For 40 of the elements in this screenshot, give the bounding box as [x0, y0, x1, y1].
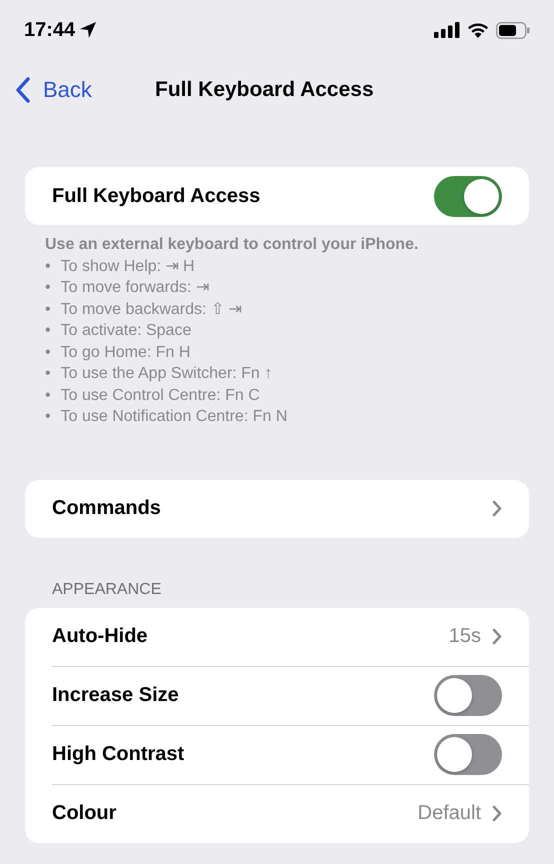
- row-label: Colour: [52, 802, 116, 825]
- chevron-icon[interactable]: [492, 805, 502, 822]
- row-label: Full Keyboard Access: [52, 184, 260, 208]
- back-button[interactable]: Back: [0, 77, 92, 103]
- shortcut-text: To move forwards: ⇥: [60, 278, 209, 298]
- battery-icon: [496, 22, 530, 38]
- toggle-switch[interactable]: [434, 675, 502, 716]
- shortcut-text: To use the App Switcher: Fn ↑: [60, 364, 272, 384]
- bullet: •: [45, 364, 51, 384]
- section-header: APPEARANCE: [51, 580, 162, 600]
- bullet: •: [45, 321, 51, 341]
- shortcut-text: To show Help: ⇥ H: [60, 256, 195, 276]
- bullet: •: [45, 300, 51, 320]
- status-time: 17:44: [24, 18, 76, 42]
- shortcut-text: To activate: Space: [60, 321, 192, 341]
- shortcut-text: To use Control Centre: Fn C: [60, 386, 260, 406]
- bullet: •: [45, 342, 51, 362]
- row-label: Increase Size: [52, 684, 179, 707]
- signal-icon: [434, 22, 460, 38]
- shortcut-text: To use Notification Centre: Fn N: [60, 407, 288, 427]
- footer-text: Use an external keyboard to control your iPhone.: [45, 235, 420, 255]
- chevron-icon[interactable]: [492, 628, 502, 645]
- back-chevron-icon: [15, 77, 31, 103]
- chevron-icon[interactable]: [492, 500, 502, 517]
- bullet: •: [45, 256, 51, 276]
- bullet: •: [45, 407, 51, 427]
- shortcut-text: To go Home: Fn H: [60, 342, 190, 362]
- row-label: Auto-Hide: [52, 625, 148, 648]
- row-label: Commands: [52, 497, 161, 520]
- row-value: Default: [418, 802, 481, 825]
- bullet: •: [45, 386, 51, 406]
- screen-title: Full Keyboard Access: [155, 78, 374, 102]
- toggle-switch[interactable]: [434, 734, 502, 775]
- shortcut-text: To move backwards: ⇧ ⇥: [60, 300, 242, 320]
- bullet: •: [45, 278, 51, 298]
- row-label: High Contrast: [52, 743, 184, 766]
- wifi-icon: [467, 22, 489, 38]
- toggle-switch[interactable]: [434, 176, 502, 216]
- location-arrow-icon: [79, 21, 98, 39]
- row-value: 15s: [448, 625, 481, 648]
